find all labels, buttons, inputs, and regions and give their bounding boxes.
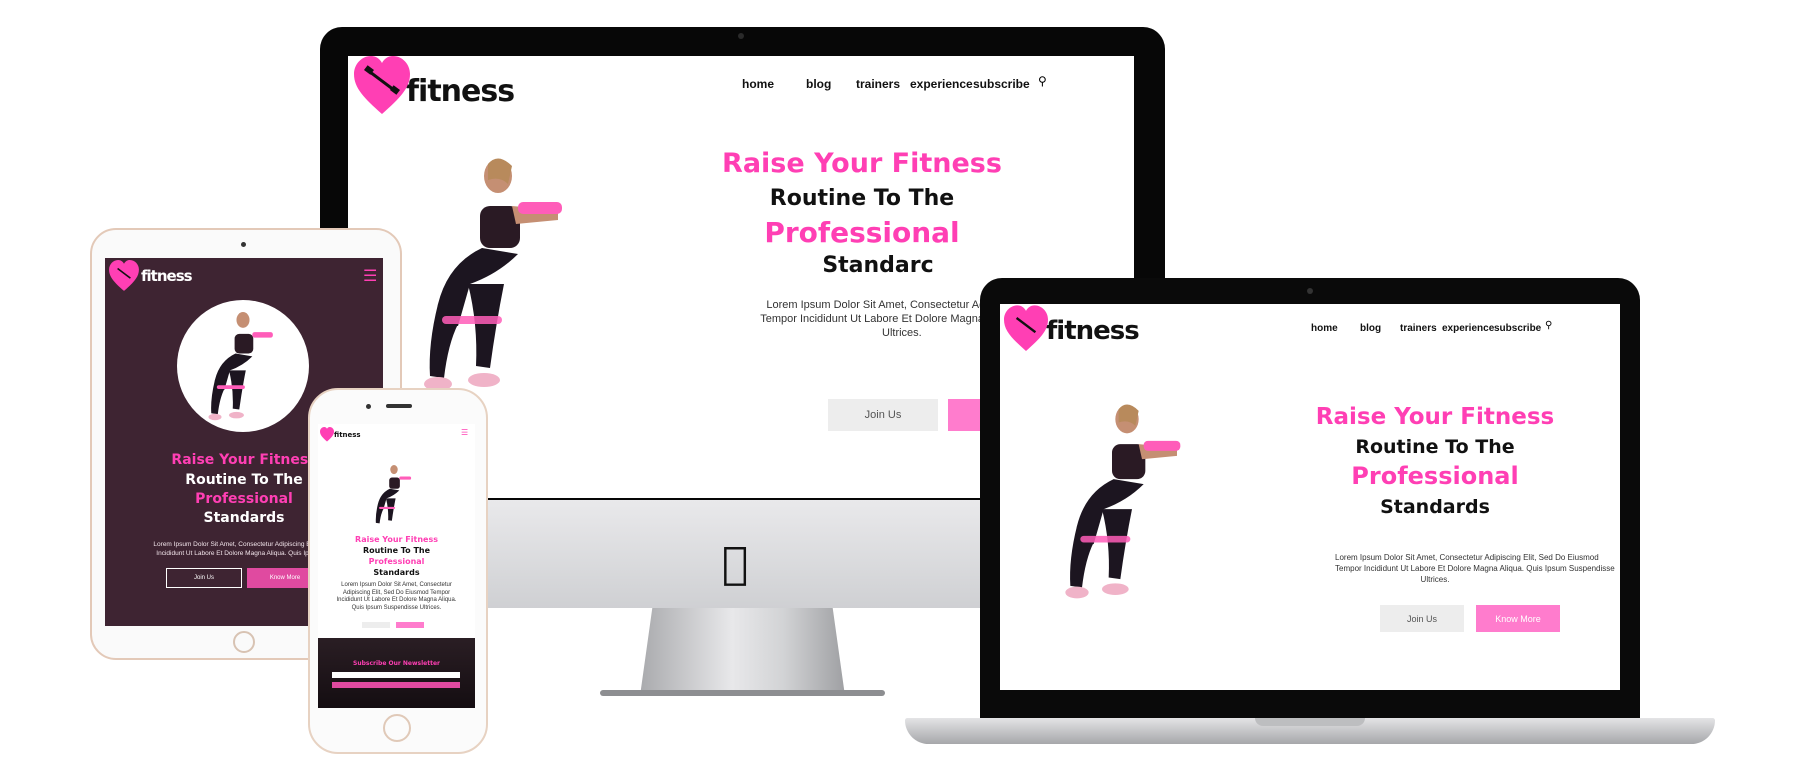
hero-woman-image [208, 312, 273, 421]
hero-paragraph-line: Ultrices. [1420, 575, 1450, 584]
hamburger-icon[interactable]: ☰ [461, 428, 468, 437]
hero-image-circle [177, 300, 309, 432]
heart-dumbbell-icon [320, 427, 334, 442]
hero-paragraph-line: Tempor Incididunt Ut Labore Et Dolore Ma… [760, 313, 994, 325]
laptop-notch [1255, 718, 1365, 726]
heart-dumbbell-icon [1004, 304, 1048, 354]
join-us-button[interactable]: Join Us [166, 568, 242, 588]
brand-name: fitness [334, 430, 361, 439]
brand-name: fitness [406, 73, 515, 109]
nav-experience[interactable]: experience [1442, 323, 1494, 334]
nav-home[interactable]: home [742, 77, 774, 91]
site-logo[interactable]: fitness [354, 56, 515, 116]
hero-title-line1: Raise Your Fitness [1315, 404, 1555, 430]
newsletter-email-input[interactable] [332, 672, 460, 678]
laptop-screen: fitness home blog trainers experience su… [1000, 304, 1620, 690]
home-button[interactable] [233, 631, 255, 653]
hero-paragraph-line: Tempor Incididunt Ut Labore Et Dolore Ma… [1335, 564, 1615, 573]
nav-blog[interactable]: blog [1360, 323, 1381, 334]
site-logo[interactable]: fitness [320, 427, 361, 442]
search-icon[interactable]: ⚲ [1038, 74, 1047, 88]
hero-title-line3: Professional [368, 557, 425, 566]
join-us-button[interactable] [362, 622, 390, 628]
newsletter-subscribe-button[interactable] [332, 682, 460, 688]
camera-icon [1307, 288, 1313, 294]
hero-title-line4: Standards [373, 568, 420, 577]
camera-icon [738, 33, 744, 39]
search-icon[interactable]: ⚲ [1545, 320, 1552, 331]
hero-title-line2: Routine To The [1355, 436, 1515, 458]
heart-dumbbell-icon [109, 260, 139, 292]
hero-woman-image [1065, 404, 1181, 599]
brand-name: fitness [1046, 316, 1140, 346]
nav-trainers[interactable]: trainers [856, 77, 900, 91]
hero-title-line4: Standarc [822, 253, 934, 278]
home-button[interactable] [383, 714, 411, 742]
hero-woman-image [424, 158, 562, 391]
nav-subscribe[interactable]: subscribe [1494, 323, 1541, 334]
know-more-button[interactable] [396, 622, 424, 628]
site-logo[interactable]: fitness [109, 260, 193, 292]
hero-title-line3: Professional [764, 216, 960, 249]
heart-dumbbell-icon [354, 56, 410, 116]
hamburger-icon[interactable]: ☰ [363, 266, 377, 286]
join-us-button[interactable]: Join Us [828, 399, 938, 431]
imac-stand [640, 608, 845, 696]
camera-icon [366, 404, 371, 409]
hero-title-line2: Routine To The [769, 186, 955, 211]
hero-title-line1: Raise Your Fitness [355, 535, 438, 544]
nav-trainers[interactable]: trainers [1400, 323, 1437, 334]
nav-blog[interactable]: blog [806, 77, 831, 91]
site-logo[interactable]: fitness [1004, 304, 1140, 354]
hero-paragraph-line: Ultrices. [882, 327, 922, 339]
newsletter-title: Subscribe Our Newsletter [353, 660, 440, 667]
hero-title-line3: Professional [1351, 462, 1519, 490]
know-more-button[interactable]: Know More [1476, 605, 1560, 632]
hero-paragraph-line: Lorem Ipsum Dolor Sit Amet, Consectetur … [1335, 553, 1599, 562]
hero-title-line1: Raise Your Fitness [722, 148, 1002, 179]
hero-title-line4: Standards [1380, 496, 1490, 518]
speaker-grille [386, 404, 412, 408]
apple-logo-icon:  [722, 538, 748, 589]
nav-home[interactable]: home [1311, 323, 1338, 334]
hero-paragraph-line: Incididunt Ut Labore Et Dolore Magna Ali… [336, 597, 457, 603]
phone-screen: fitness ☰ Raise Your Fitness Routine To … [318, 424, 475, 708]
join-us-button[interactable]: Join Us [1380, 605, 1464, 632]
hero-paragraph-line: Quis Ipsum Suspendisse Ultrices. [351, 604, 442, 611]
hero-paragraph-line: Adipiscing Elit, Sed Do Eiusmod Tempor [342, 589, 451, 596]
brand-name: fitness [141, 267, 193, 285]
imac-stand-foot [600, 690, 885, 696]
hero-paragraph-line: Lorem Ipsum Dolor Sit Amet, Consectetur … [766, 299, 988, 311]
camera-icon [241, 242, 246, 247]
nav-experience[interactable]: experience [910, 77, 973, 91]
nav-subscribe[interactable]: subscribe [973, 77, 1030, 91]
hero-woman-image [375, 465, 412, 524]
newsletter-section: Subscribe Our Newsletter [318, 638, 475, 708]
hero-title-line2: Routine To The [362, 546, 431, 555]
hero-paragraph-line: Lorem Ipsum Dolor Sit Amet, Consectetur [341, 582, 452, 588]
